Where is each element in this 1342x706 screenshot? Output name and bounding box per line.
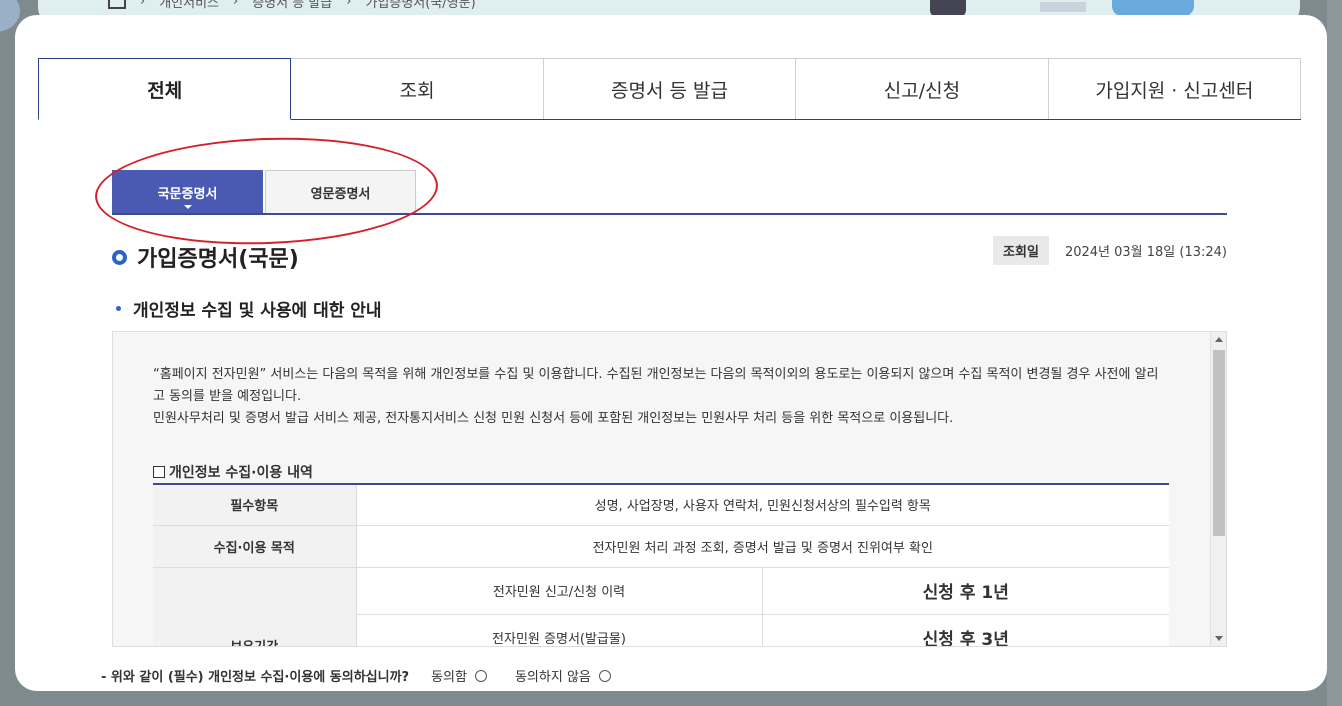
consent-row: - 위와 같이 (필수) 개인정보 수집·이용에 동의하십니까? 동의함 동의하… xyxy=(101,666,639,685)
retention-period: 신청 후 1년 xyxy=(762,567,1169,615)
scroll-thumb[interactable] xyxy=(1213,350,1225,536)
privacy-table: 필수항목 성명, 사업장명, 사용자 연락처, 민원신청서상의 필수입력 항목 … xyxy=(153,483,1169,646)
privacy-notice-box[interactable]: “홈페이지 전자민원” 서비스는 다음의 목적을 위해 개인정보를 수집 및 이… xyxy=(112,331,1227,647)
date-value: 2024년 03월 18일 (13:24) xyxy=(1064,245,1227,260)
breadcrumb-item[interactable]: 증명서 등 발급 xyxy=(252,0,332,11)
disagree-radio[interactable] xyxy=(598,669,611,682)
inquiry-date: 조회일 2024년 03월 18일 (13:24) xyxy=(993,236,1227,265)
tab-report[interactable]: 신고/신청 xyxy=(795,58,1049,119)
disagree-label[interactable]: 동의하지 않음 xyxy=(515,666,591,685)
retention-item: 전자민원 신고/신청 이력 xyxy=(356,567,763,615)
bullet-icon xyxy=(116,306,121,311)
section-title: 개인정보 수집 및 사용에 대한 안내 xyxy=(116,296,382,321)
ring-icon xyxy=(112,249,127,265)
row-header: 필수항목 xyxy=(153,484,357,526)
table-title-text: 개인정보 수집·이용 내역 xyxy=(169,465,313,481)
tab-support[interactable]: 가입지원 · 신고센터 xyxy=(1047,58,1302,119)
tab-inquiry[interactable]: 조회 xyxy=(290,58,544,119)
table-row: 보유기간 전자민원 신고/신청 이력 신청 후 1년 xyxy=(153,567,1169,646)
scroll-down-arrow-icon[interactable] xyxy=(1215,636,1223,641)
retention-period: 신청 후 3년 xyxy=(762,614,1169,646)
banner-illustration xyxy=(1040,2,1086,12)
row-value: 전자민원 처리 과정 조회, 증명서 발급 및 증명서 진위여부 확인 xyxy=(356,525,1169,568)
section-title-text: 개인정보 수집 및 사용에 대한 안내 xyxy=(133,301,382,321)
retention-item: 전자민원 증명서(발급물) xyxy=(356,614,763,646)
row-value: 성명, 사업장명, 사용자 연락처, 민원신청서상의 필수입력 항목 xyxy=(356,484,1169,526)
table-row: 필수항목 성명, 사업장명, 사용자 연락처, 민원신청서상의 필수입력 항목 xyxy=(153,484,1169,526)
page-title-text: 가입증명서(국문) xyxy=(137,247,299,272)
notice-text: “홈페이지 전자민원” 서비스는 다음의 목적을 위해 개인정보를 수집 및 이… xyxy=(153,364,1169,430)
table-title: 개인정보 수집·이용 내역 xyxy=(153,462,313,482)
notice-paragraph: “홈페이지 전자민원” 서비스는 다음의 목적을 위해 개인정보를 수집 및 이… xyxy=(153,367,1159,404)
breadcrumb-item[interactable]: 개인서비스 xyxy=(159,0,219,11)
consent-question: - 위와 같이 (필수) 개인정보 수집·이용에 동의하십니까? xyxy=(101,670,410,685)
breadcrumb-separator: › xyxy=(346,0,352,9)
agree-radio[interactable] xyxy=(474,669,487,682)
banner-illustration xyxy=(1112,0,1194,16)
breadcrumb-separator: › xyxy=(233,0,239,9)
agree-label[interactable]: 동의함 xyxy=(431,666,467,685)
table-row: 수집·이용 목적 전자민원 처리 과정 조회, 증명서 발급 및 증명서 진위여… xyxy=(153,525,1169,568)
highlight-annotation xyxy=(93,132,440,250)
page-title: 가입증명서(국문) xyxy=(112,241,299,273)
breadcrumb-item[interactable]: 가입증명서(국/영문) xyxy=(365,0,475,11)
row-header: 보유기간 xyxy=(153,567,357,646)
tab-all[interactable]: 전체 xyxy=(38,58,292,120)
square-icon xyxy=(153,466,165,478)
row-header: 수집·이용 목적 xyxy=(153,525,357,568)
scroll-up-arrow-icon[interactable] xyxy=(1215,337,1223,342)
side-strip xyxy=(1327,0,1342,706)
home-icon[interactable] xyxy=(108,0,126,9)
tab-certificate[interactable]: 증명서 등 발급 xyxy=(542,58,797,119)
date-label: 조회일 xyxy=(993,236,1049,265)
content-panel: 전체 조회 증명서 등 발급 신고/신청 가입지원 · 신고센터 국문증명서 영… xyxy=(15,15,1327,691)
notice-paragraph: 민원사무처리 및 증명서 발급 서비스 제공, 전자통지서비스 신청 민원 신청… xyxy=(153,411,954,426)
breadcrumb: › 개인서비스 › 증명서 등 발급 › 가입증명서(국/영문) xyxy=(108,0,476,11)
breadcrumb-separator: › xyxy=(140,0,146,9)
main-tabs: 전체 조회 증명서 등 발급 신고/신청 가입지원 · 신고센터 xyxy=(38,58,1302,120)
scrollbar[interactable] xyxy=(1210,332,1226,646)
